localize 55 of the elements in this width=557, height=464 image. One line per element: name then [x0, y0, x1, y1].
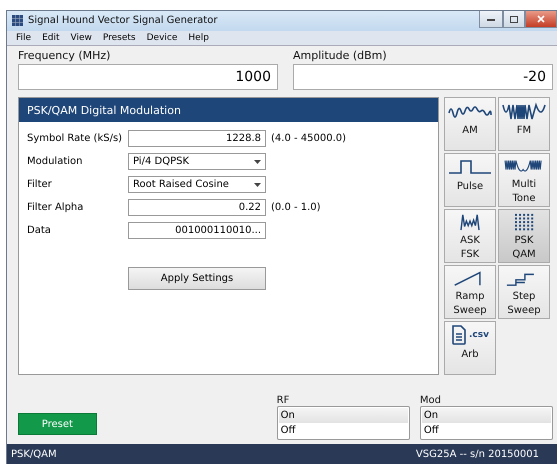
panel-title: PSK/QAM Digital Modulation	[19, 98, 438, 122]
menu-item[interactable]: View	[66, 30, 98, 46]
menu-item[interactable]: File	[11, 30, 38, 46]
mode-button[interactable]: Ramp Sweep	[444, 265, 496, 320]
ask-wave-icon	[459, 213, 481, 232]
range-hint: (4.0 - 45000.0)	[271, 133, 348, 144]
mode-button[interactable]: Step Sweep	[498, 265, 550, 320]
minimize-icon	[487, 18, 495, 20]
input-field[interactable]: 001000110010...	[128, 222, 266, 240]
status-text: PSK/QAM	[11, 448, 57, 460]
menu-item[interactable]: Help	[183, 30, 215, 46]
dropdown[interactable]: Root Raised Cosine	[128, 176, 266, 194]
menu-item[interactable]: Edit	[37, 30, 66, 46]
file-extension-label: .csv	[469, 330, 489, 340]
menu-item[interactable]: Device	[142, 30, 184, 46]
mode-button[interactable]: AM	[444, 97, 496, 152]
device-info: VSG25A -- s/n 20150001	[416, 448, 539, 460]
field-label: Filter Alpha	[27, 202, 84, 214]
mode-button[interactable]: PSK QAM	[498, 209, 550, 264]
amplitude-field[interactable]: -20	[293, 64, 553, 90]
list-option[interactable]: On	[278, 408, 408, 424]
input-field[interactable]: 1228.8	[128, 130, 266, 148]
mode-button[interactable]: .csv Arb	[444, 321, 496, 376]
minimize-button[interactable]	[479, 11, 503, 28]
caret-icon	[254, 160, 261, 164]
dot-grid-icon	[512, 213, 536, 232]
preset-button[interactable]: Preset	[18, 413, 97, 436]
field-label: Filter	[27, 179, 53, 190]
maximize-icon	[510, 16, 518, 22]
maximize-button[interactable]	[503, 11, 525, 28]
field-label: Symbol Rate (kS/s)	[27, 133, 123, 144]
list-option[interactable]: On	[422, 408, 551, 424]
fm-wave-icon	[501, 101, 547, 122]
frequency-label: Frequency (MHz)	[18, 49, 112, 62]
frequency-field[interactable]: 1000	[18, 64, 278, 90]
mode-button[interactable]: ASK FSK	[444, 209, 496, 264]
mode-button[interactable]: Pulse	[444, 153, 496, 208]
input-field[interactable]: 0.22	[128, 199, 266, 216]
amplitude-label: Amplitude (dBm)	[293, 49, 388, 62]
mod-label: Mod	[420, 395, 442, 406]
mode-button[interactable]: Multi Tone	[498, 153, 550, 208]
field-label: Data	[27, 225, 52, 236]
close-icon	[537, 15, 545, 23]
apply-settings-button[interactable]: Apply Settings	[128, 267, 266, 290]
document-icon	[451, 325, 467, 346]
window-title: Signal Hound Vector Signal Generator	[28, 15, 218, 26]
dropdown[interactable]: Pi/4 DQPSK	[128, 153, 266, 170]
app-grid-icon	[12, 15, 23, 26]
caret-icon	[254, 182, 261, 187]
close-button[interactable]	[525, 11, 557, 28]
field-label: Modulation	[27, 156, 84, 168]
range-hint: (0.0 - 1.0)	[271, 202, 322, 214]
rf-label: RF	[276, 395, 290, 406]
mode-button[interactable]: FM	[498, 97, 550, 152]
menu-item[interactable]: Presets	[98, 30, 142, 46]
